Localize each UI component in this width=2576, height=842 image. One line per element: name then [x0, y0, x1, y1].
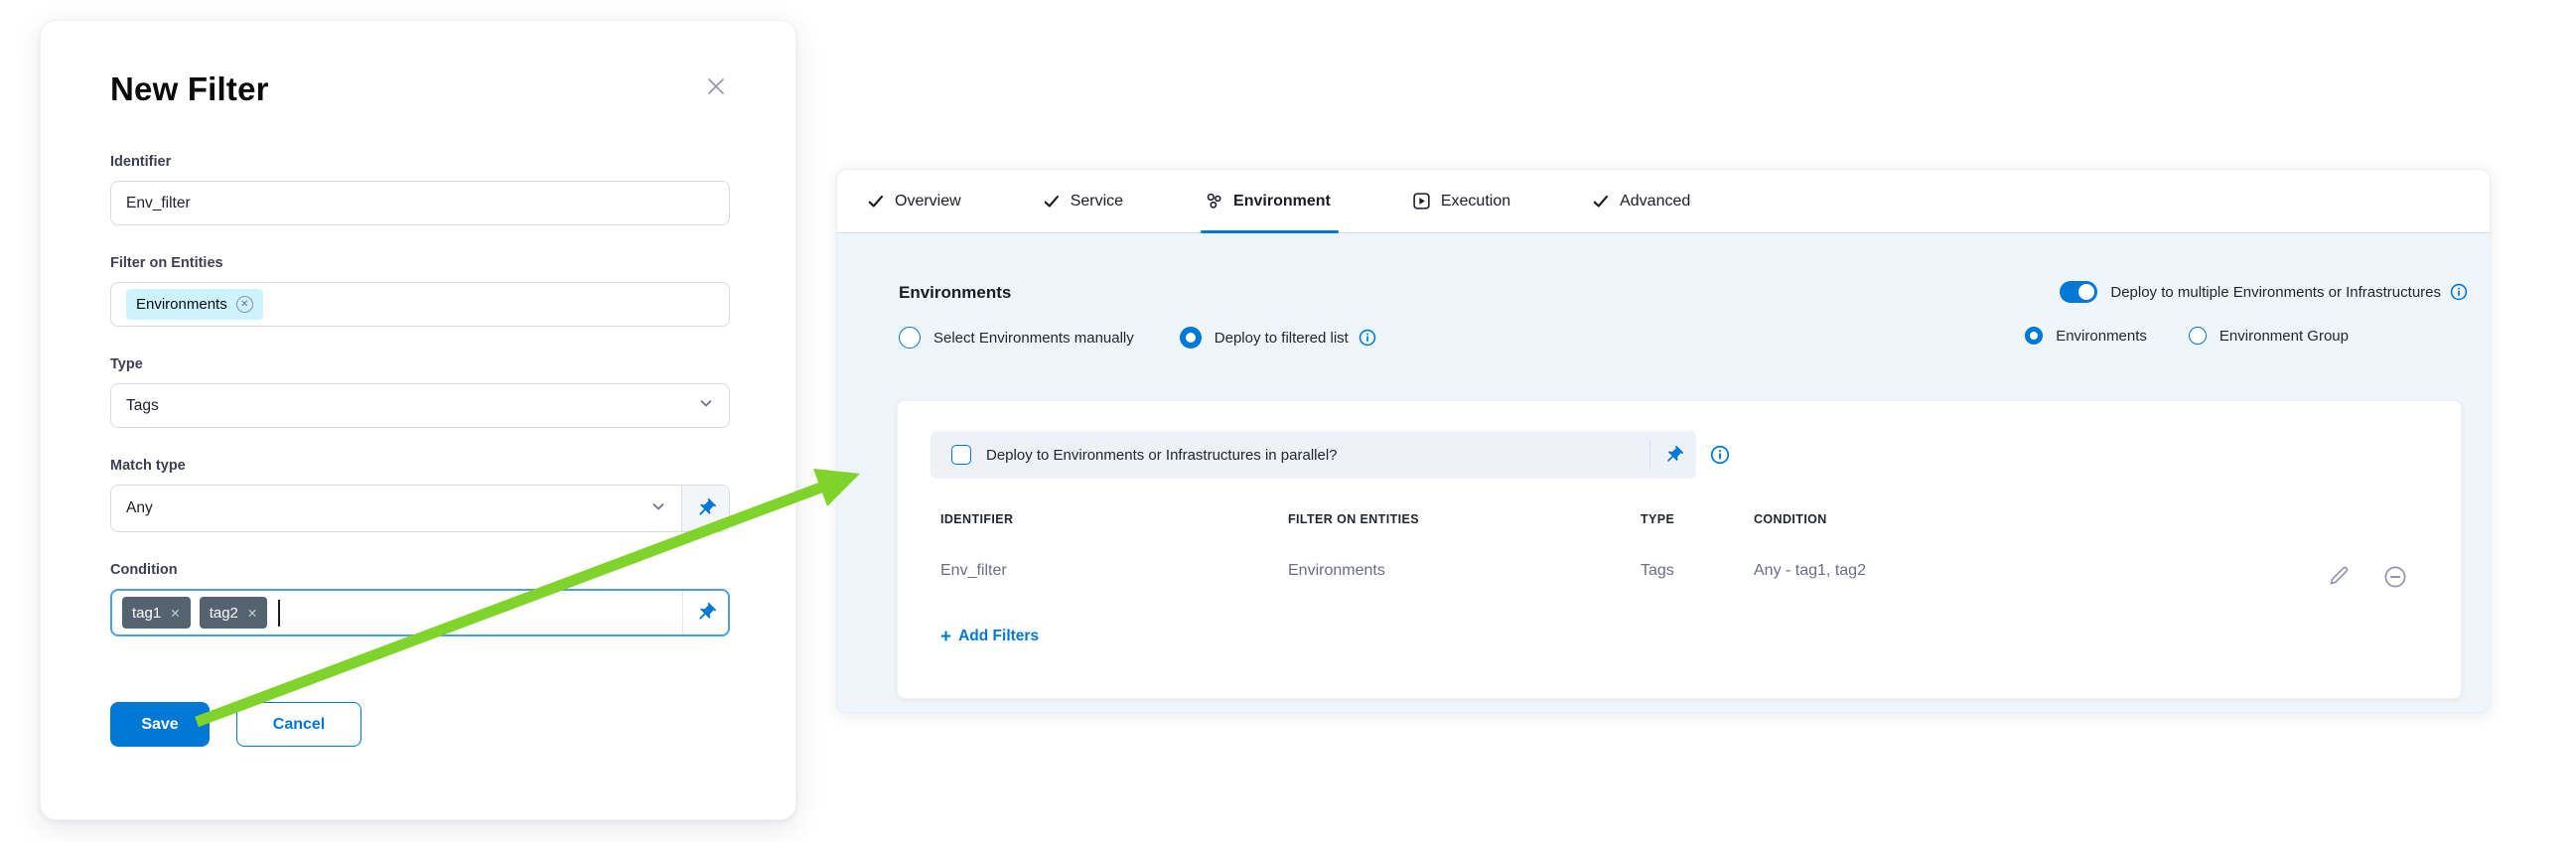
info-icon[interactable] — [1710, 445, 1730, 470]
add-filters-button[interactable]: + Add Filters — [940, 628, 1039, 645]
chevron-down-icon — [650, 498, 666, 519]
condition-chip[interactable]: tag1 ✕ — [122, 597, 191, 629]
type-label: Type — [110, 354, 730, 374]
text-cursor — [278, 600, 280, 627]
condition-label: Condition — [110, 560, 730, 580]
identifier-value: Env_filter — [126, 195, 191, 212]
close-icon[interactable] — [702, 72, 730, 100]
new-filter-modal: New Filter Identifier Env_filter Filter … — [40, 20, 796, 820]
check-icon — [1592, 193, 1610, 210]
radio-environment-group[interactable]: Environment Group — [2189, 327, 2349, 345]
deploy-multiple-toggle-row: Deploy to multiple Environments or Infra… — [2060, 281, 2468, 303]
pipeline-stage-panel: Overview Service Environment Execution A… — [836, 169, 2491, 713]
deploy-parallel-checkbox[interactable] — [951, 445, 971, 465]
column-header-filter-on-entities: FILTER ON ENTITIES — [1288, 512, 1419, 526]
radio-icon[interactable] — [1180, 327, 1202, 349]
remove-filter-icon[interactable] — [2383, 565, 2407, 594]
condition-input[interactable]: tag1 ✕ tag2 ✕ — [112, 591, 682, 634]
column-header-condition: CONDITION — [1754, 512, 1827, 526]
entity-chip-label: Environments — [136, 296, 227, 313]
table-row-filter-on-entities: Environments — [1288, 562, 1385, 580]
deploy-parallel-bar: Deploy to Environments or Infrastructure… — [930, 431, 1696, 479]
plus-icon: + — [940, 630, 951, 644]
environment-tab-content: Environments Select Environments manuall… — [837, 233, 2490, 712]
environment-target-radios: Environments Environment Group — [2025, 327, 2349, 345]
tab-environment[interactable]: Environment — [1205, 170, 1331, 232]
radio-environments[interactable]: Environments — [2025, 327, 2147, 345]
tab-execution[interactable]: Execution — [1412, 170, 1510, 232]
stage-tabbar: Overview Service Environment Execution A… — [837, 170, 2490, 233]
edit-filter-icon[interactable] — [2328, 565, 2350, 592]
match-type-label: Match type — [110, 456, 730, 476]
info-icon[interactable] — [1359, 329, 1376, 347]
radio-icon[interactable] — [2025, 327, 2043, 345]
execution-icon — [1412, 192, 1431, 210]
deploy-multiple-toggle[interactable] — [2060, 281, 2097, 303]
check-icon — [1043, 193, 1061, 210]
toggle-knob — [2078, 284, 2094, 300]
check-icon — [867, 193, 885, 210]
tab-advanced[interactable]: Advanced — [1592, 170, 1690, 232]
identifier-label: Identifier — [110, 152, 730, 172]
column-header-type: TYPE — [1641, 512, 1674, 526]
deploy-parallel-label: Deploy to Environments or Infrastructure… — [986, 447, 1338, 464]
radio-icon[interactable] — [2189, 327, 2207, 345]
entity-chip[interactable]: Environments ✕ — [126, 289, 263, 320]
radio-icon[interactable] — [899, 327, 921, 349]
chip-remove-icon[interactable]: ✕ — [247, 606, 257, 621]
tab-overview[interactable]: Overview — [867, 170, 961, 232]
table-row-type: Tags — [1641, 562, 1674, 580]
match-type-field: Any — [110, 485, 730, 532]
condition-chip-label: tag2 — [210, 605, 238, 622]
type-value: Tags — [126, 397, 159, 415]
pin-icon[interactable] — [682, 591, 728, 634]
deploy-multiple-label: Deploy to multiple Environments or Infra… — [2110, 284, 2441, 301]
filtered-list-card: Deploy to Environments or Infrastructure… — [897, 400, 2462, 699]
info-icon[interactable] — [2450, 283, 2468, 301]
modal-title: New Filter — [110, 70, 269, 108]
filter-on-entities-label: Filter on Entities — [110, 253, 730, 273]
chip-remove-icon[interactable]: ✕ — [236, 296, 253, 313]
match-type-value: Any — [126, 499, 153, 517]
chip-remove-icon[interactable]: ✕ — [170, 606, 180, 621]
match-type-select[interactable]: Any — [111, 486, 681, 531]
condition-chip[interactable]: tag2 ✕ — [200, 597, 268, 629]
cancel-button[interactable]: Cancel — [236, 702, 361, 747]
column-header-identifier: IDENTIFIER — [940, 512, 1013, 526]
filter-on-entities-input[interactable]: Environments ✕ — [110, 282, 730, 327]
table-row-condition: Any - tag1, tag2 — [1754, 562, 1866, 580]
condition-field: tag1 ✕ tag2 ✕ — [110, 589, 730, 636]
table-row-identifier: Env_filter — [940, 562, 1007, 580]
tab-service[interactable]: Service — [1043, 170, 1123, 232]
radio-select-environments-manually[interactable]: Select Environments manually — [899, 327, 1134, 349]
type-select[interactable]: Tags — [110, 383, 730, 428]
environment-icon — [1205, 192, 1223, 210]
condition-chip-label: tag1 — [132, 605, 161, 622]
pin-icon[interactable] — [1650, 431, 1696, 479]
pin-icon[interactable] — [681, 486, 729, 531]
identifier-input[interactable]: Env_filter — [110, 181, 730, 225]
save-button[interactable]: Save — [110, 702, 210, 747]
radio-deploy-to-filtered-list[interactable]: Deploy to filtered list — [1180, 327, 1376, 349]
chevron-down-icon — [698, 395, 714, 416]
environments-heading: Environments — [899, 283, 1011, 303]
